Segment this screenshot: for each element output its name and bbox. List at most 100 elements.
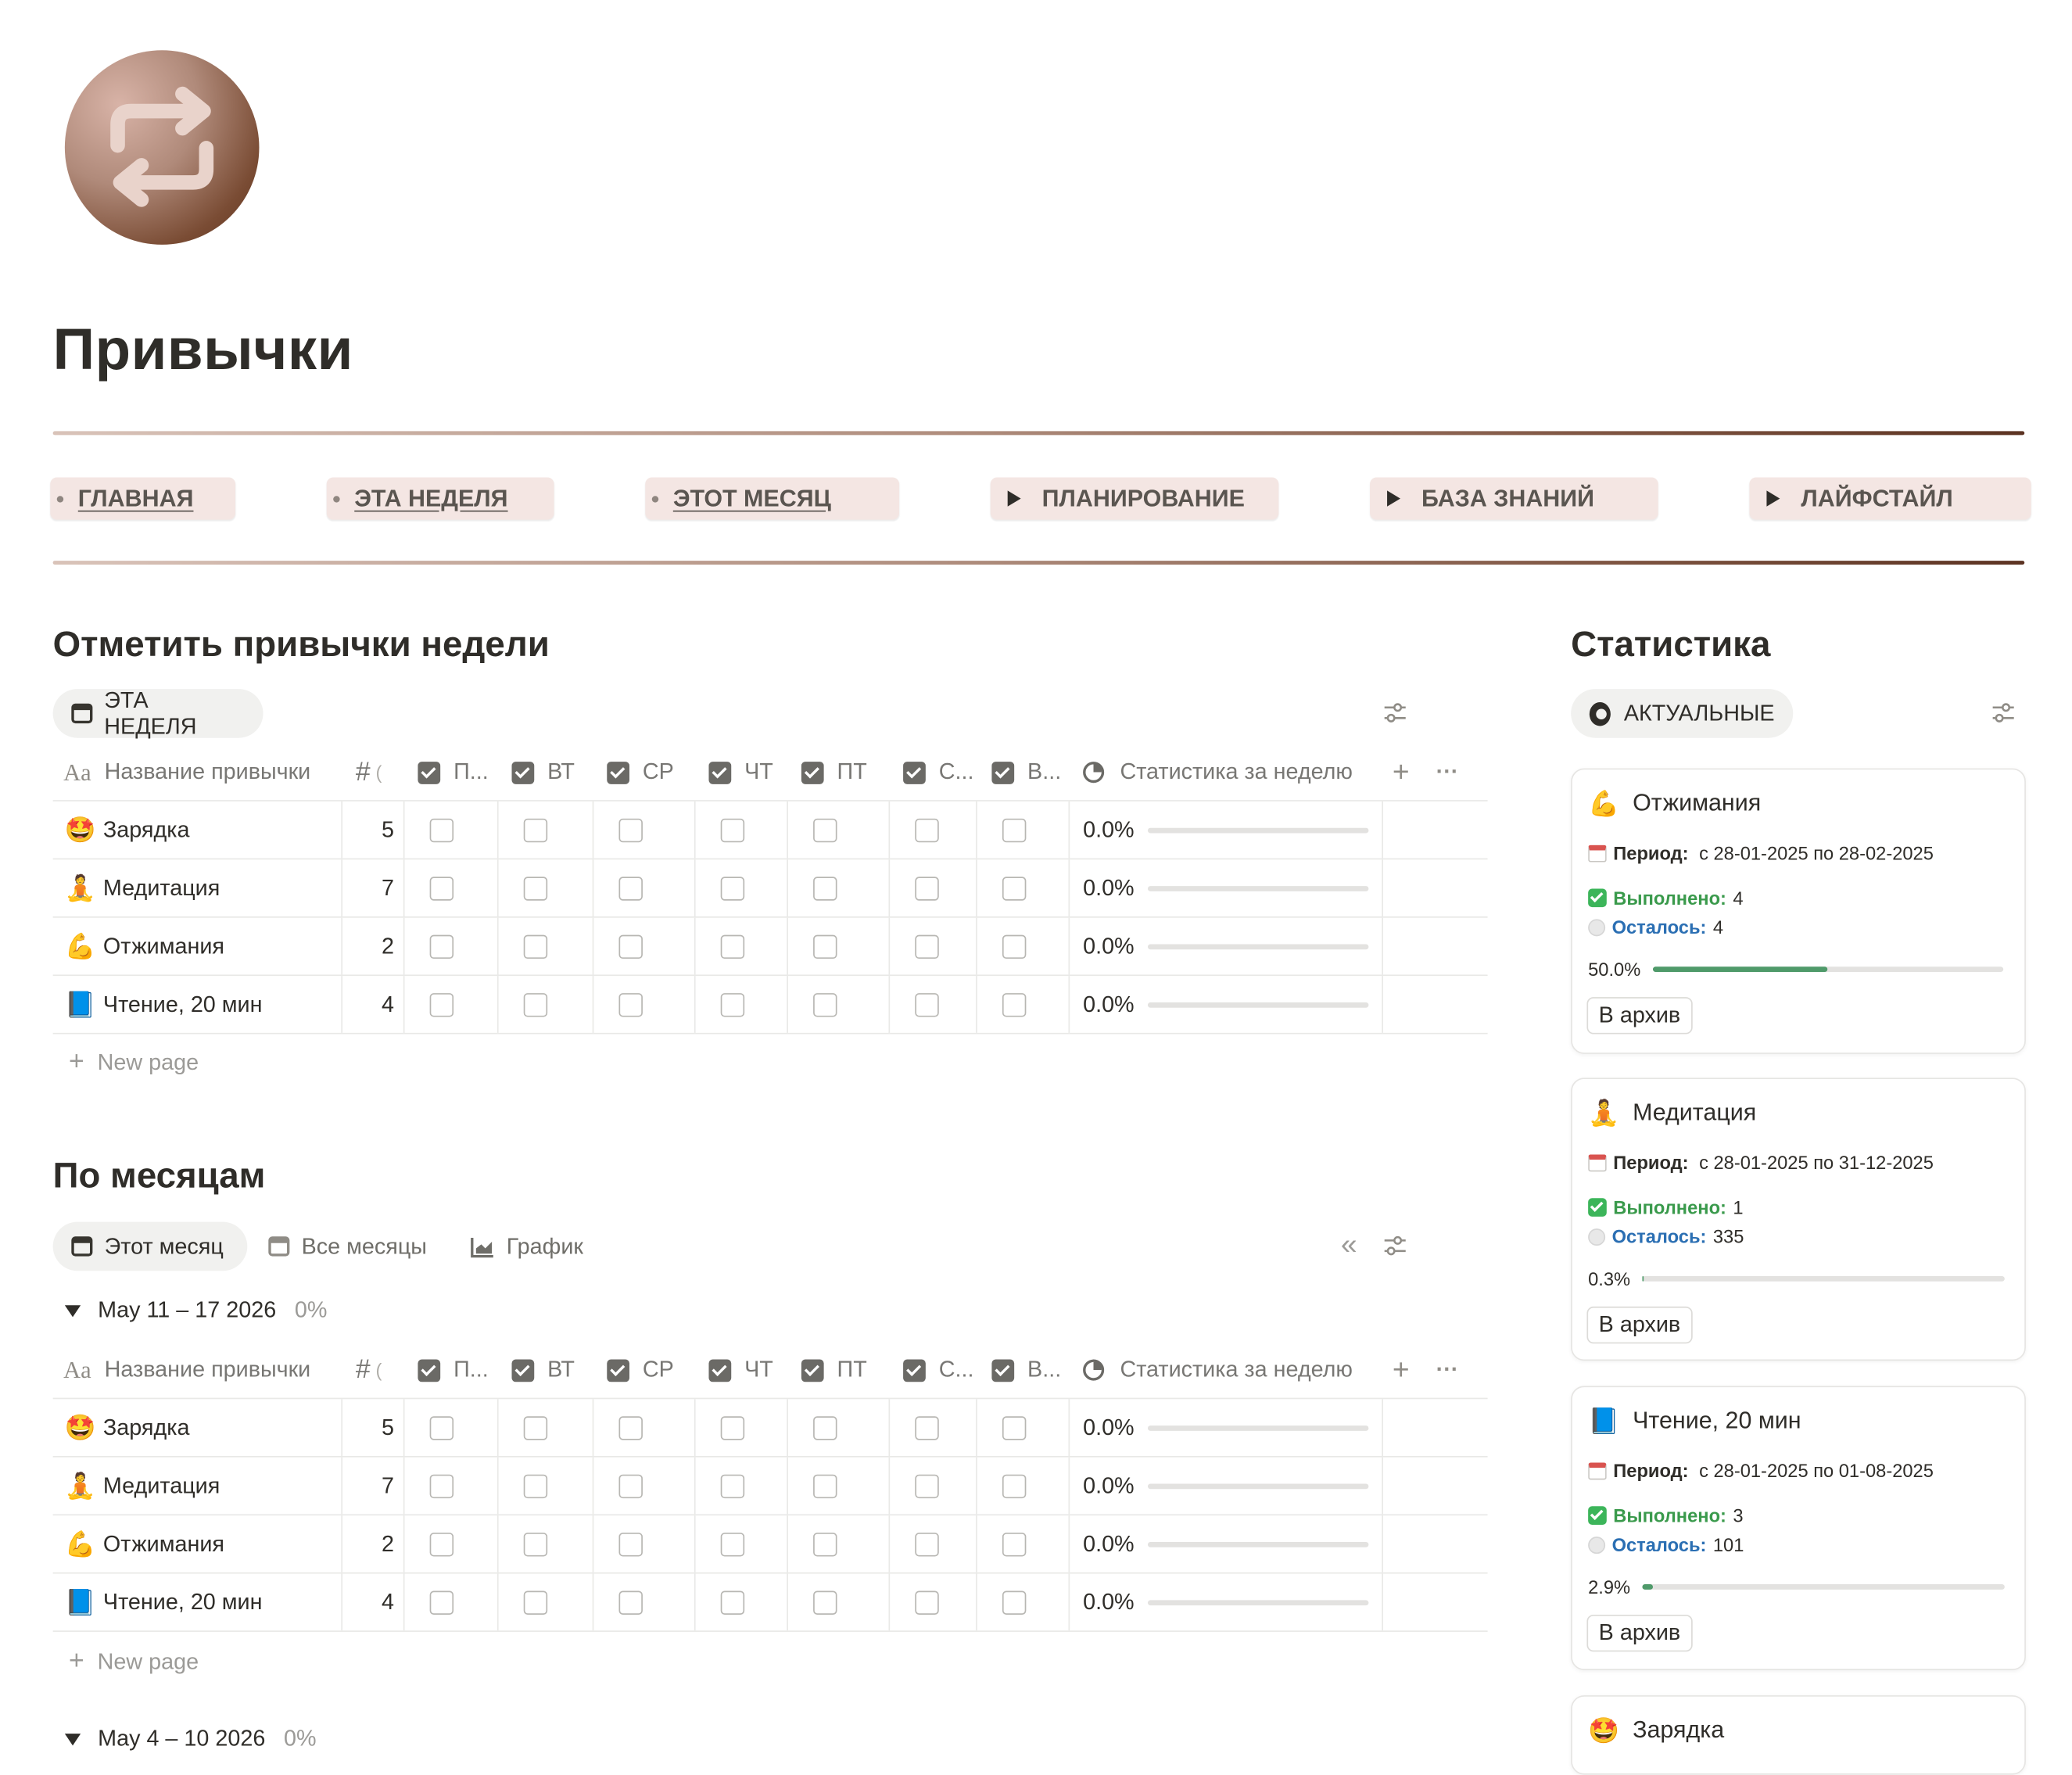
column-header-stats[interactable]: Статистика за неделю bbox=[1083, 1343, 1382, 1398]
day-checkbox[interactable] bbox=[813, 1473, 837, 1498]
weekly-new-page-button[interactable]: + New page bbox=[69, 1047, 199, 1078]
habit-count[interactable]: 5 bbox=[341, 801, 394, 859]
day-checkbox[interactable] bbox=[429, 1415, 454, 1440]
table-row[interactable]: 🧘 Медитация 7 0.0% bbox=[52, 859, 1488, 918]
day-checkbox[interactable] bbox=[720, 818, 745, 842]
day-checkbox[interactable] bbox=[813, 992, 837, 1017]
day-checkbox[interactable] bbox=[523, 992, 548, 1017]
habit-name-cell[interactable]: 🧘 Медитация bbox=[53, 859, 342, 916]
day-checkbox[interactable] bbox=[523, 1590, 548, 1615]
day-checkbox[interactable] bbox=[720, 992, 745, 1017]
monthly-new-page-button[interactable]: + New page bbox=[69, 1647, 199, 1677]
table-row[interactable]: 🧘 Медитация 7 0.0% bbox=[52, 1457, 1488, 1516]
table-row[interactable]: 📘 Чтение, 20 мин 4 0.0% bbox=[52, 1573, 1488, 1632]
day-checkbox[interactable] bbox=[915, 934, 939, 959]
day-checkbox[interactable] bbox=[523, 1415, 548, 1440]
day-checkbox[interactable] bbox=[429, 1532, 454, 1556]
day-checkbox[interactable] bbox=[523, 1473, 548, 1498]
day-checkbox[interactable] bbox=[1002, 1415, 1027, 1440]
nav-this-week[interactable]: ЭТА НЕДЕЛЯ bbox=[326, 477, 554, 520]
day-checkbox[interactable] bbox=[618, 1415, 643, 1440]
collapse-double-chevron-icon[interactable]: « bbox=[1341, 1227, 1357, 1261]
column-header-mon[interactable]: П... bbox=[418, 744, 510, 800]
habit-count[interactable]: 7 bbox=[341, 1458, 394, 1515]
archive-button[interactable]: В архив bbox=[1586, 997, 1693, 1035]
add-column-icon[interactable]: + bbox=[1393, 1343, 1416, 1398]
column-header-sun[interactable]: В... bbox=[991, 744, 1081, 800]
day-checkbox[interactable] bbox=[618, 1532, 643, 1556]
day-checkbox[interactable] bbox=[915, 1590, 939, 1615]
day-checkbox[interactable] bbox=[1002, 992, 1027, 1017]
add-column-icon[interactable]: + bbox=[1393, 744, 1416, 800]
nav-planning[interactable]: ПЛАНИРОВАНИЕ bbox=[990, 477, 1279, 520]
habit-count[interactable]: 7 bbox=[341, 859, 394, 916]
habit-count[interactable]: 4 bbox=[341, 1574, 394, 1631]
nav-knowledge-base[interactable]: БАЗА ЗНАНИЙ bbox=[1370, 477, 1658, 520]
filter-settings-icon[interactable] bbox=[1383, 702, 1407, 723]
day-checkbox[interactable] bbox=[720, 934, 745, 959]
day-checkbox[interactable] bbox=[813, 1532, 837, 1556]
habit-name-cell[interactable]: 💪 Отжимания bbox=[53, 918, 342, 975]
day-checkbox[interactable] bbox=[429, 934, 454, 959]
column-header-wed[interactable]: СР bbox=[607, 744, 706, 800]
day-checkbox[interactable] bbox=[915, 1532, 939, 1556]
more-options-icon[interactable]: ··· bbox=[1436, 1343, 1465, 1398]
day-checkbox[interactable] bbox=[813, 876, 837, 900]
weekly-stats-cell[interactable]: 0.0% bbox=[1083, 976, 1382, 1033]
day-checkbox[interactable] bbox=[523, 1532, 548, 1556]
day-checkbox[interactable] bbox=[618, 818, 643, 842]
column-header-stats[interactable]: Статистика за неделю bbox=[1083, 744, 1382, 800]
column-header-sun[interactable]: В... bbox=[991, 1343, 1081, 1398]
day-checkbox[interactable] bbox=[720, 1473, 745, 1498]
column-header-mon[interactable]: П... bbox=[418, 1343, 510, 1398]
day-checkbox[interactable] bbox=[915, 1473, 939, 1498]
day-checkbox[interactable] bbox=[813, 1590, 837, 1615]
day-checkbox[interactable] bbox=[1002, 1532, 1027, 1556]
day-checkbox[interactable] bbox=[429, 876, 454, 900]
day-checkbox[interactable] bbox=[429, 992, 454, 1017]
weekly-stats-cell[interactable]: 0.0% bbox=[1083, 1458, 1382, 1515]
column-header-sat[interactable]: С... bbox=[903, 744, 989, 800]
day-checkbox[interactable] bbox=[813, 818, 837, 842]
day-checkbox[interactable] bbox=[523, 876, 548, 900]
day-checkbox[interactable] bbox=[813, 1415, 837, 1440]
column-header-fri[interactable]: ПТ bbox=[801, 1343, 901, 1398]
habit-stats-card[interactable]: 🧘 Медитация Период: с 28-01-2025 по 31-12-2… bbox=[1571, 1078, 2026, 1361]
day-checkbox[interactable] bbox=[523, 818, 548, 842]
day-checkbox[interactable] bbox=[429, 1590, 454, 1615]
tab-this-month[interactable]: Этот месяц bbox=[52, 1221, 248, 1271]
day-checkbox[interactable] bbox=[915, 992, 939, 1017]
habit-count[interactable]: 2 bbox=[341, 1515, 394, 1572]
table-row[interactable]: 📘 Чтение, 20 мин 4 0.0% bbox=[52, 976, 1488, 1035]
day-checkbox[interactable] bbox=[1002, 1473, 1027, 1498]
column-header-tue[interactable]: ВТ bbox=[511, 1343, 604, 1398]
day-checkbox[interactable] bbox=[813, 934, 837, 959]
nav-this-month[interactable]: ЭТОТ МЕСЯЦ bbox=[645, 477, 900, 520]
column-header-wed[interactable]: СР bbox=[607, 1343, 706, 1398]
weekly-stats-cell[interactable]: 0.0% bbox=[1083, 859, 1382, 916]
habit-name-cell[interactable]: 🧘 Медитация bbox=[53, 1458, 342, 1515]
day-checkbox[interactable] bbox=[720, 1590, 745, 1615]
habit-name-cell[interactable]: 🤩 Зарядка bbox=[53, 1399, 342, 1456]
day-checkbox[interactable] bbox=[618, 934, 643, 959]
table-row[interactable]: 🤩 Зарядка 5 0.0% bbox=[52, 1399, 1488, 1458]
stats-view-tab[interactable]: АКТУАЛЬНЫЕ bbox=[1571, 689, 1794, 738]
day-checkbox[interactable] bbox=[429, 1473, 454, 1498]
day-checkbox[interactable] bbox=[618, 1473, 643, 1498]
group-header-week[interactable]: May 11 – 17 2026 0% bbox=[64, 1296, 327, 1325]
filter-settings-icon[interactable] bbox=[1991, 702, 2015, 723]
table-row[interactable]: 💪 Отжимания 2 0.0% bbox=[52, 917, 1488, 977]
nav-lifestyle[interactable]: ЛАЙФСТАЙЛ bbox=[1749, 477, 2031, 520]
column-header-number[interactable]: #( bbox=[356, 1343, 409, 1398]
habit-count[interactable]: 5 bbox=[341, 1399, 394, 1456]
day-checkbox[interactable] bbox=[720, 876, 745, 900]
column-header-fri[interactable]: ПТ bbox=[801, 744, 901, 800]
day-checkbox[interactable] bbox=[1002, 1590, 1027, 1615]
day-checkbox[interactable] bbox=[618, 992, 643, 1017]
habit-name-cell[interactable]: 💪 Отжимания bbox=[53, 1515, 342, 1572]
habit-name-cell[interactable]: 📘 Чтение, 20 мин bbox=[53, 976, 342, 1033]
habit-stats-card[interactable]: 💪 Отжимания Период: с 28-01-2025 по 28-02-2… bbox=[1571, 768, 2026, 1054]
nav-home[interactable]: ГЛАВНАЯ bbox=[50, 477, 236, 520]
weekly-stats-cell[interactable]: 0.0% bbox=[1083, 1399, 1382, 1456]
column-header-thu[interactable]: ЧТ bbox=[708, 744, 801, 800]
